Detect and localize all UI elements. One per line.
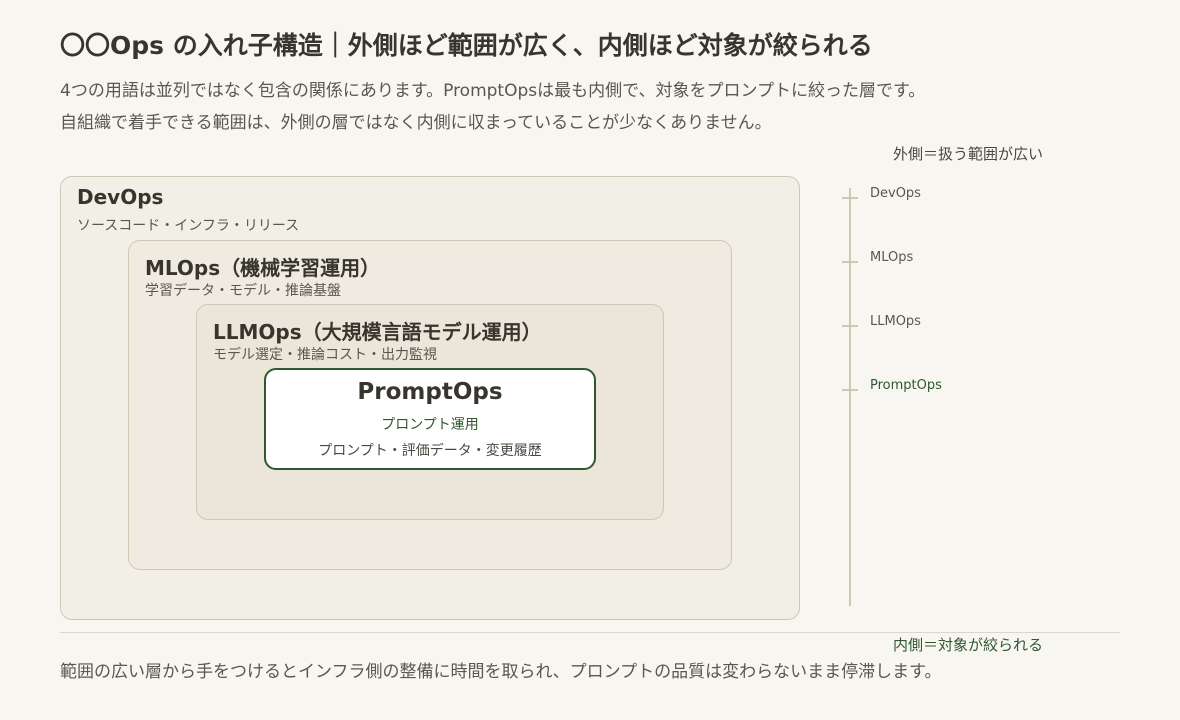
- scale-top-label: 外側＝扱う範囲が広い: [893, 145, 1044, 163]
- promptops-layer-box: PromptOps プロンプト運用 プロンプト・評価データ・変更履歴: [264, 368, 596, 470]
- scale-axis-line: [849, 188, 851, 606]
- promptops-layer-name: PromptOps: [357, 379, 503, 405]
- scale-item-devops: DevOps: [870, 186, 921, 201]
- scale-item-llmops: LLMOps: [870, 314, 921, 329]
- mlops-layer-description: 学習データ・モデル・推論基盤: [145, 283, 341, 299]
- scale-tick-devops: [842, 197, 858, 199]
- devops-layer-name: DevOps: [77, 185, 164, 209]
- llmops-layer-name: LLMOps（大規模言語モデル運用）: [213, 320, 542, 344]
- footer-divider: [60, 632, 1120, 633]
- page-title: 〇〇Ops の入れ子構造｜外側ほど範囲が広く、内側ほど対象が絞られる: [60, 31, 873, 60]
- scale-item-promptops: PromptOps: [870, 378, 942, 393]
- promptops-layer-kind: プロンプト運用: [381, 417, 479, 433]
- scale-tick-llmops: [842, 325, 858, 327]
- scale-item-mlops: MLOps: [870, 250, 914, 265]
- subtitle-line-1: 4つの用語は並列ではなく包含の関係にあります。PromptOpsは最も内側で、対…: [60, 81, 926, 101]
- footer-note: 範囲の広い層から手をつけるとインフラ側の整備に時間を取られ、プロンプトの品質は変…: [60, 662, 942, 682]
- devops-layer-description: ソースコード・インフラ・リリース: [77, 218, 300, 234]
- scale-tick-mlops: [842, 261, 858, 263]
- subtitle-line-2: 自組織で着手できる範囲は、外側の層ではなく内側に収まっていることが少なくありませ…: [60, 113, 772, 133]
- mlops-layer-name: MLOps（機械学習運用）: [145, 256, 381, 280]
- scale-bottom-label: 内側＝対象が絞られる: [893, 636, 1044, 654]
- promptops-layer-description: プロンプト・評価データ・変更履歴: [318, 443, 542, 459]
- llmops-layer-description: モデル選定・推論コスト・出力監視: [213, 347, 437, 363]
- scale-tick-promptops: [842, 389, 858, 391]
